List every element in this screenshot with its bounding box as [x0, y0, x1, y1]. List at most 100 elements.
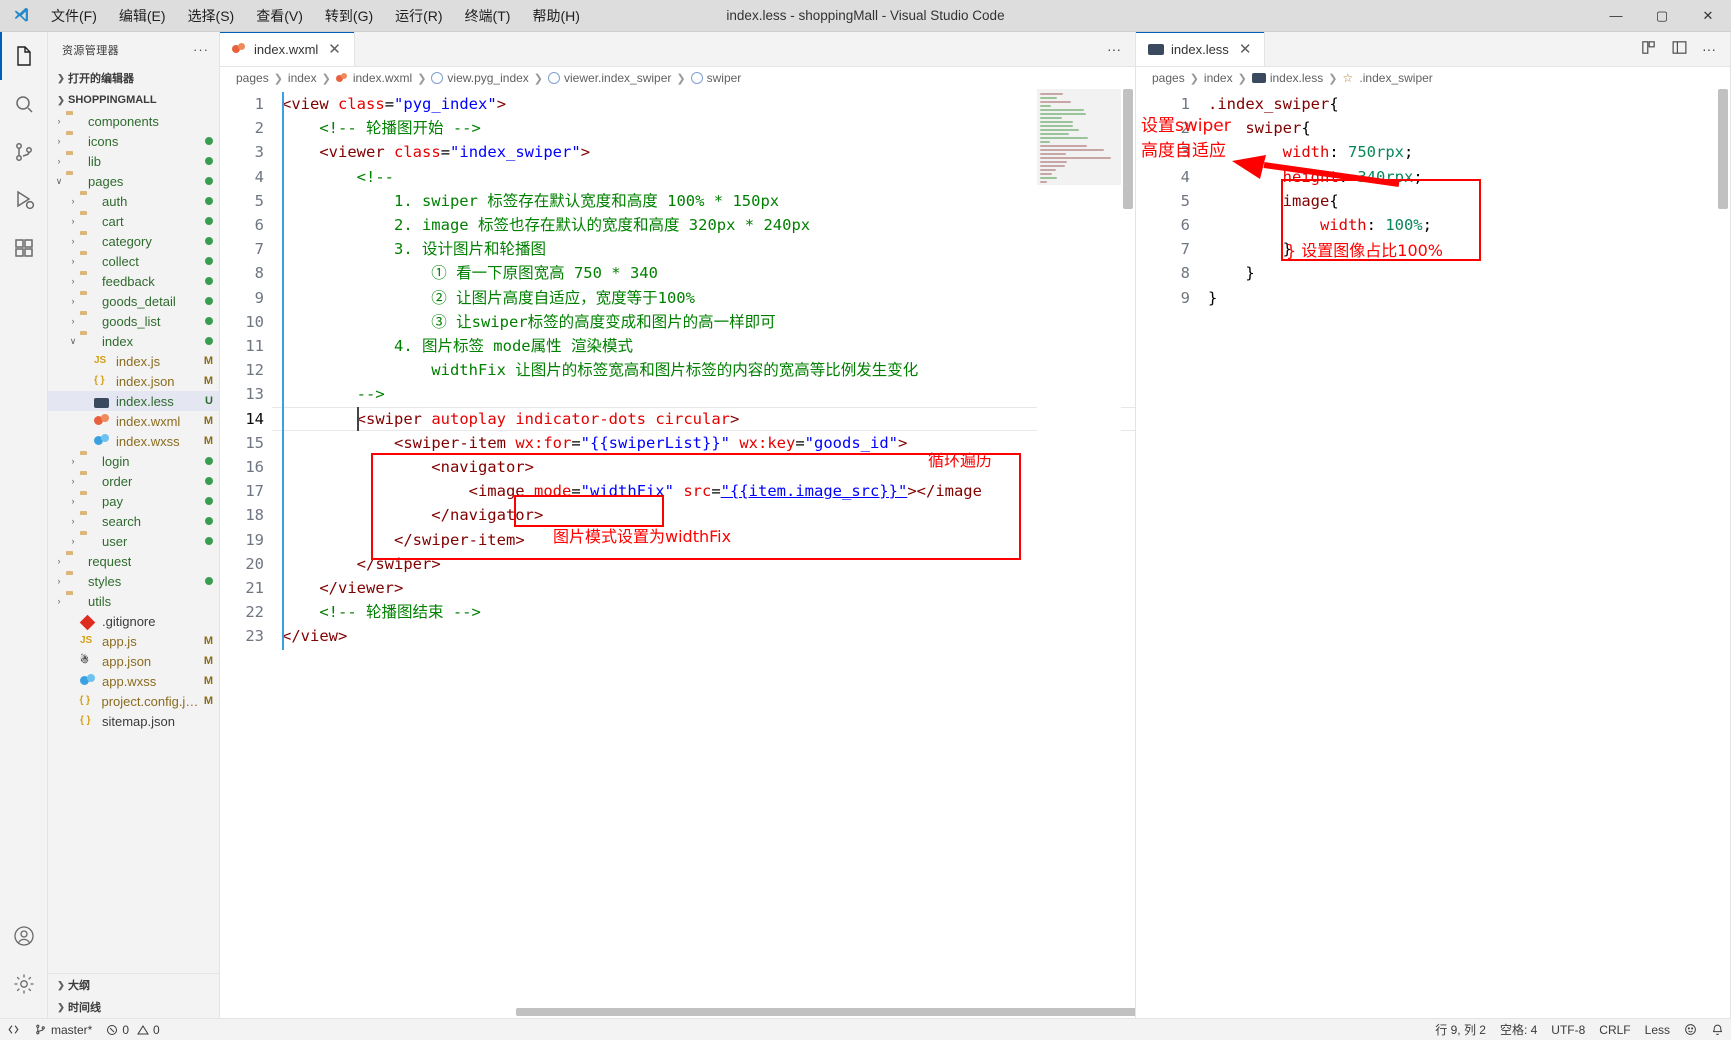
tree-item-app-js[interactable]: JS app.js M: [48, 631, 219, 651]
chevron-right-icon[interactable]: ›: [66, 316, 80, 326]
chevron-right-icon[interactable]: ›: [66, 296, 80, 306]
tree-item-goods-detail[interactable]: › goods_detail: [48, 291, 219, 311]
tree-item-project-config-js---[interactable]: { } project.config.js... M: [48, 691, 219, 711]
status-feedback-smiley-icon[interactable]: [1677, 1019, 1704, 1040]
open-editors-section[interactable]: ❯ 打开的编辑器: [48, 67, 219, 89]
tree-item-index-wxml[interactable]: index.wxml M: [48, 411, 219, 431]
minimize-button[interactable]: —: [1593, 0, 1639, 32]
chevron-right-icon[interactable]: ›: [52, 576, 66, 586]
activity-source-control-icon[interactable]: [0, 128, 48, 176]
tree-item-auth[interactable]: › auth: [48, 191, 219, 211]
minimap-right[interactable]: [1632, 89, 1716, 1018]
editor-more-actions-icon[interactable]: ···: [1107, 41, 1121, 57]
breadcrumb-right[interactable]: pages ❯ index ❯ index.less ❯ ☆ .index_sw…: [1136, 67, 1730, 89]
tree-item-index-js[interactable]: JS index.js M: [48, 351, 219, 371]
menu-help[interactable]: 帮助(H): [521, 2, 590, 30]
status-eol[interactable]: CRLF: [1592, 1019, 1637, 1040]
tree-item-pages[interactable]: ∨ pages: [48, 171, 219, 191]
chevron-right-icon[interactable]: ›: [66, 196, 80, 206]
code-line[interactable]: <swiper autoplay indicator-dots circular…: [282, 407, 740, 431]
code-line[interactable]: widthFix 让图片的标签宽高和图片标签的内容的宽高等比例发生变化: [282, 358, 918, 382]
breadcrumb-left[interactable]: pages ❯ index ❯ index.wxml ❯ view.pyg_in…: [220, 67, 1135, 89]
activity-run-debug-icon[interactable]: [0, 176, 48, 224]
tab-index-less[interactable]: index.less ✕: [1136, 32, 1266, 66]
toggle-panel-icon[interactable]: [1671, 39, 1688, 59]
tree-item-utils[interactable]: › utils: [48, 591, 219, 611]
menu-run[interactable]: 运行(R): [384, 2, 453, 30]
code-line[interactable]: </swiper>: [282, 552, 441, 576]
menu-selection[interactable]: 选择(S): [177, 2, 246, 30]
menu-edit[interactable]: 编辑(E): [108, 2, 177, 30]
menu-go[interactable]: 转到(G): [314, 2, 384, 30]
scrollbar-thumb[interactable]: [1718, 89, 1728, 209]
scrollbar-thumb[interactable]: [516, 1008, 1135, 1016]
tree-item-icons[interactable]: › icons: [48, 131, 219, 151]
status-problems[interactable]: 0 0: [99, 1019, 166, 1040]
code-line[interactable]: ② 让图片高度自适应，宽度等于100%: [282, 286, 695, 310]
status-indentation[interactable]: 空格: 4: [1493, 1019, 1544, 1040]
code-line[interactable]: -->: [282, 382, 385, 406]
tree-item-app-json[interactable]: ☃ app.json M: [48, 651, 219, 671]
menu-terminal[interactable]: 终端(T): [454, 2, 522, 30]
code-line[interactable]: </viewer>: [282, 576, 403, 600]
tree-item-goods-list[interactable]: › goods_list: [48, 311, 219, 331]
code-line[interactable]: <!--: [282, 165, 394, 189]
code-line[interactable]: }: [1208, 237, 1292, 261]
code-line[interactable]: 3. 设计图片和轮播图: [282, 237, 546, 261]
status-notifications-bell-icon[interactable]: [1704, 1019, 1731, 1040]
tree-item-cart[interactable]: › cart: [48, 211, 219, 231]
code-line[interactable]: 1. swiper 标签存在默认宽度和高度 100% * 150px: [282, 189, 779, 213]
breadcrumb-index[interactable]: index: [1204, 71, 1233, 85]
breadcrumb-symbol-view[interactable]: view.pyg_index: [431, 71, 529, 85]
tree-item-category[interactable]: › category: [48, 231, 219, 251]
menu-view[interactable]: 查看(V): [245, 2, 314, 30]
code-line[interactable]: image{: [1208, 189, 1339, 213]
tree-item-lib[interactable]: › lib: [48, 151, 219, 171]
tree-item-collect[interactable]: › collect: [48, 251, 219, 271]
status-cursor-position[interactable]: 行 9, 列 2: [1428, 1019, 1493, 1040]
tree-item--gitignore[interactable]: .gitignore: [48, 611, 219, 631]
breadcrumb-css-symbol[interactable]: ☆ .index_swiper: [1342, 71, 1432, 85]
tree-item-order[interactable]: › order: [48, 471, 219, 491]
activity-account-icon[interactable]: [0, 912, 48, 960]
code-line[interactable]: <navigator>: [282, 455, 534, 479]
tree-item-index-wxss[interactable]: index.wxss M: [48, 431, 219, 451]
code-editor-wxml[interactable]: 1 <view class="pyg_index"> 2 <!-- 轮播图开始 --…: [220, 89, 1135, 1018]
scrollbar-thumb[interactable]: [1123, 89, 1133, 209]
breadcrumb-file[interactable]: index.less: [1251, 71, 1323, 85]
chevron-right-icon[interactable]: ›: [52, 556, 66, 566]
chevron-right-icon[interactable]: ›: [66, 536, 80, 546]
vertical-scrollbar-left[interactable]: [1121, 89, 1135, 1018]
code-line[interactable]: ③ 让swiper标签的高度变成和图片的高一样即可: [282, 310, 775, 334]
breadcrumb-index[interactable]: index: [288, 71, 317, 85]
tree-item-index-less[interactable]: index.less U: [48, 391, 219, 411]
tree-item-index-json[interactable]: { } index.json M: [48, 371, 219, 391]
code-content-left[interactable]: 1 <view class="pyg_index"> 2 <!-- 轮播图开始 --…: [220, 89, 1135, 1018]
chevron-right-icon[interactable]: ›: [66, 256, 80, 266]
explorer-more-icon[interactable]: ···: [193, 42, 209, 57]
code-line[interactable]: width: 100%;: [1208, 213, 1432, 237]
chevron-right-icon[interactable]: ›: [66, 216, 80, 226]
tree-item-sitemap-json[interactable]: { } sitemap.json: [48, 711, 219, 731]
chevron-down-icon[interactable]: ∨: [66, 336, 80, 347]
chevron-right-icon[interactable]: ›: [66, 496, 80, 506]
tab-close-icon[interactable]: ✕: [1236, 41, 1255, 58]
code-line[interactable]: }: [1208, 286, 1217, 310]
status-git-branch[interactable]: master*: [27, 1019, 99, 1040]
chevron-right-icon[interactable]: ›: [52, 136, 66, 146]
breadcrumb-pages[interactable]: pages: [1152, 71, 1185, 85]
tree-item-login[interactable]: › login: [48, 451, 219, 471]
tree-item-request[interactable]: › request: [48, 551, 219, 571]
tabbar-actions-right[interactable]: ···: [1626, 32, 1730, 66]
menu-file[interactable]: 文件(F): [40, 2, 108, 30]
chevron-right-icon[interactable]: ›: [66, 516, 80, 526]
tree-item-index[interactable]: ∨ index: [48, 331, 219, 351]
tree-item-feedback[interactable]: › feedback: [48, 271, 219, 291]
chevron-right-icon[interactable]: ›: [52, 116, 66, 126]
chevron-right-icon[interactable]: ›: [66, 236, 80, 246]
code-line[interactable]: <swiper-item wx:for="{{swiperList}}" wx:…: [282, 431, 907, 455]
code-editor-less[interactable]: 1 .index_swiper{2 swiper{3 width: 750rpx;…: [1136, 89, 1730, 1018]
tree-item-pay[interactable]: › pay: [48, 491, 219, 511]
code-line[interactable]: }: [1208, 261, 1254, 285]
tree-item-components[interactable]: › components: [48, 111, 219, 131]
